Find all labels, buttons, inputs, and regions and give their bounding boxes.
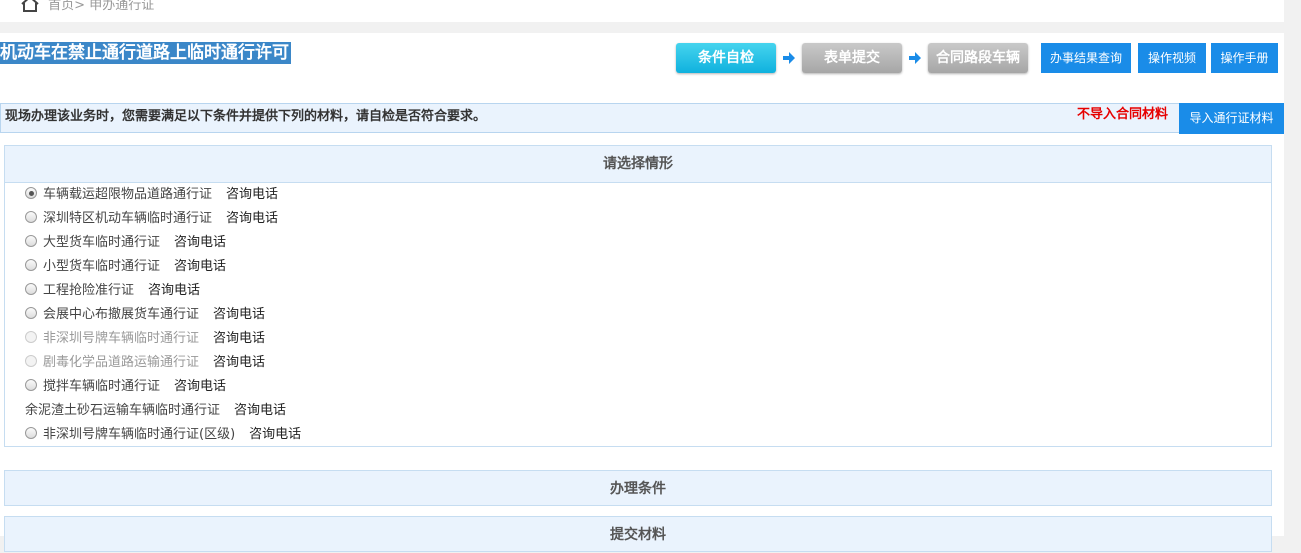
situation-option[interactable]: 搅拌车辆临时通行证 咨询电话	[25, 378, 226, 396]
consult-phone-link[interactable]: 咨询电话	[213, 355, 265, 370]
breadcrumb-home[interactable]: 首页>	[48, 0, 85, 13]
situation-radio[interactable]	[25, 211, 37, 223]
situation-option[interactable]: 大型货车临时通行证 咨询电话	[25, 234, 226, 252]
operation-manual-button[interactable]: 操作手册	[1211, 43, 1278, 73]
consult-phone-link[interactable]: 咨询电话	[148, 283, 200, 298]
consult-phone-link[interactable]: 咨询电话	[213, 331, 265, 346]
situation-option-label: 会展中心布撤展货车通行证	[43, 307, 200, 322]
situation-option-label: 大型货车临时通行证	[43, 235, 161, 250]
situation-radio[interactable]	[25, 307, 37, 319]
situation-radio[interactable]	[25, 235, 37, 247]
situation-radio	[25, 331, 37, 343]
consult-phone-link[interactable]: 咨询电话	[174, 259, 226, 274]
situation-option[interactable]: 深圳特区机动车辆临时通行证 咨询电话	[25, 210, 278, 228]
consult-phone-link[interactable]: 咨询电话	[174, 235, 226, 250]
arrow-right-icon	[782, 51, 796, 65]
situation-radio[interactable]	[25, 379, 37, 391]
consult-phone-link[interactable]: 咨询电话	[174, 379, 226, 394]
step-contract-vehicles[interactable]: 合同路段车辆	[928, 43, 1028, 73]
situation-option-label: 车辆载运超限物品道路通行证	[43, 187, 213, 202]
step-form-submit[interactable]: 表单提交	[802, 43, 902, 73]
notice-bar: 现场办理该业务时，您需要满足以下条件并提供下列的材料，请自检是否符合要求。 不导…	[0, 102, 1284, 134]
breadcrumb-current: 申办通行证	[89, 0, 155, 13]
import-materials-button[interactable]: 导入通行证材料	[1179, 103, 1284, 134]
situation-option[interactable]: 车辆载运超限物品道路通行证 咨询电话	[25, 186, 278, 204]
situation-option-label: 余泥渣土砂石运输车辆临时通行证	[25, 403, 221, 418]
situation-option[interactable]: 非深圳号牌车辆临时通行证(区级) 咨询电话	[25, 426, 301, 444]
situation-radio[interactable]	[25, 427, 37, 439]
situation-radio[interactable]	[25, 259, 37, 271]
operation-video-button[interactable]: 操作视频	[1138, 43, 1206, 73]
situation-radio[interactable]	[25, 283, 37, 295]
breadcrumb: 首页> 申办通行证	[20, 0, 154, 17]
situation-option-label: 深圳特区机动车辆临时通行证	[43, 211, 213, 226]
situation-option[interactable]: 余泥渣土砂石运输车辆临时通行证 咨询电话	[25, 402, 286, 420]
step-self-check[interactable]: 条件自检	[676, 43, 776, 73]
situation-option[interactable]: 工程抢险准行证 咨询电话	[25, 282, 200, 300]
conditions-section-header[interactable]: 办理条件	[4, 470, 1272, 506]
consult-phone-link[interactable]: 咨询电话	[249, 427, 301, 442]
home-icon[interactable]	[20, 0, 40, 17]
situation-option-label: 工程抢险准行证	[43, 283, 135, 298]
situation-option-label: 搅拌车辆临时通行证	[43, 379, 161, 394]
consult-phone-link[interactable]: 咨询电话	[213, 307, 265, 322]
no-import-link[interactable]: 不导入合同材料	[1077, 102, 1168, 128]
consult-phone-link[interactable]: 咨询电话	[234, 403, 286, 418]
notice-text: 现场办理该业务时，您需要满足以下条件并提供下列的材料，请自检是否符合要求。	[5, 109, 487, 124]
situation-option-label: 剧毒化学品道路运输通行证	[43, 355, 200, 370]
situation-option-label: 非深圳号牌车辆临时通行证	[43, 331, 200, 346]
main-card: 机动车在禁止通行道路上临时通行许可 条件自检 表单提交 合同路段车辆 办事结果查…	[0, 33, 1284, 552]
situation-option[interactable]: 剧毒化学品道路运输通行证 咨询电话	[25, 354, 265, 372]
page-title: 机动车在禁止通行道路上临时通行许可	[0, 42, 291, 64]
consult-phone-link[interactable]: 咨询电话	[226, 211, 278, 226]
situation-radio	[25, 355, 37, 367]
situation-option-label: 小型货车临时通行证	[43, 259, 161, 274]
breadcrumb-bar: 首页> 申办通行证	[0, 0, 1284, 22]
situation-panel: 请选择情形 车辆载运超限物品道路通行证 咨询电话 深圳特区机动车辆临时通行证 咨询电话…	[4, 145, 1272, 447]
situation-option-label: 非深圳号牌车辆临时通行证(区级)	[43, 427, 236, 442]
result-query-button[interactable]: 办事结果查询	[1041, 43, 1131, 73]
arrow-right-icon	[908, 51, 922, 65]
situation-option[interactable]: 会展中心布撤展货车通行证 咨询电话	[25, 306, 265, 324]
situation-radio[interactable]	[25, 187, 37, 199]
consult-phone-link[interactable]: 咨询电话	[226, 187, 278, 202]
situation-option[interactable]: 小型货车临时通行证 咨询电话	[25, 258, 226, 276]
situation-panel-title: 请选择情形	[5, 146, 1271, 183]
materials-section-header[interactable]: 提交材料	[4, 516, 1272, 552]
situation-option[interactable]: 非深圳号牌车辆临时通行证 咨询电话	[25, 330, 265, 348]
